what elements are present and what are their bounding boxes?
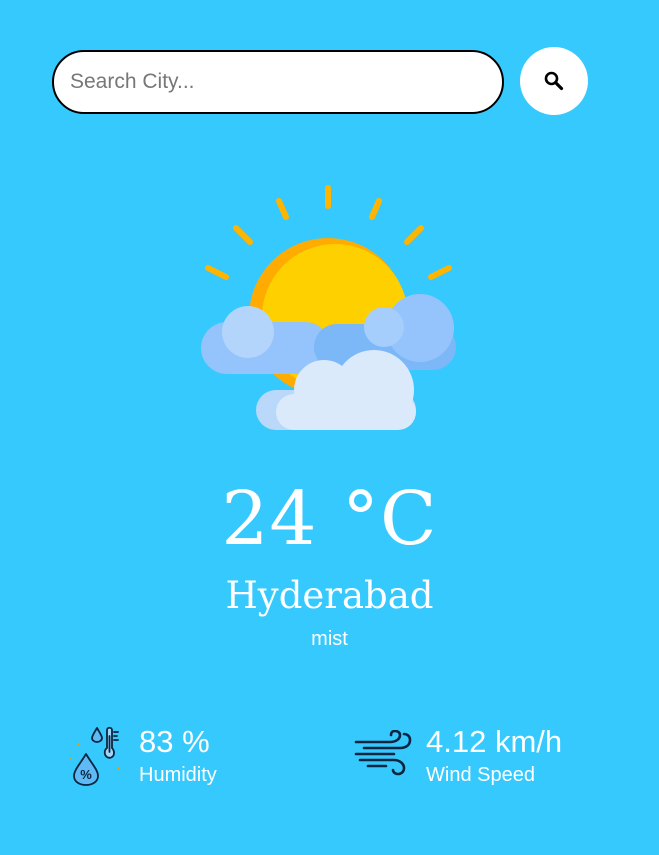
humidity-value: 83 % [139, 724, 210, 759]
svg-text:%: % [80, 767, 92, 782]
search-icon [544, 71, 564, 91]
weather-description: mist [311, 628, 348, 650]
search-button[interactable] [520, 47, 588, 115]
weather-app: 24 °C Hyderabad mist % 83 % Humidity [0, 0, 659, 855]
temperature: 24 °C [221, 476, 438, 562]
partly-cloudy-sun-icon [201, 185, 456, 430]
city-name: Hyderabad [225, 574, 434, 617]
humidity-icon: % [70, 726, 120, 786]
search-input[interactable] [52, 50, 504, 114]
wind-icon [354, 730, 412, 776]
wind-speed-value: 4.12 km/h [426, 724, 563, 759]
humidity-label: Humidity [139, 764, 217, 786]
wind-speed-label: Wind Speed [426, 764, 535, 786]
